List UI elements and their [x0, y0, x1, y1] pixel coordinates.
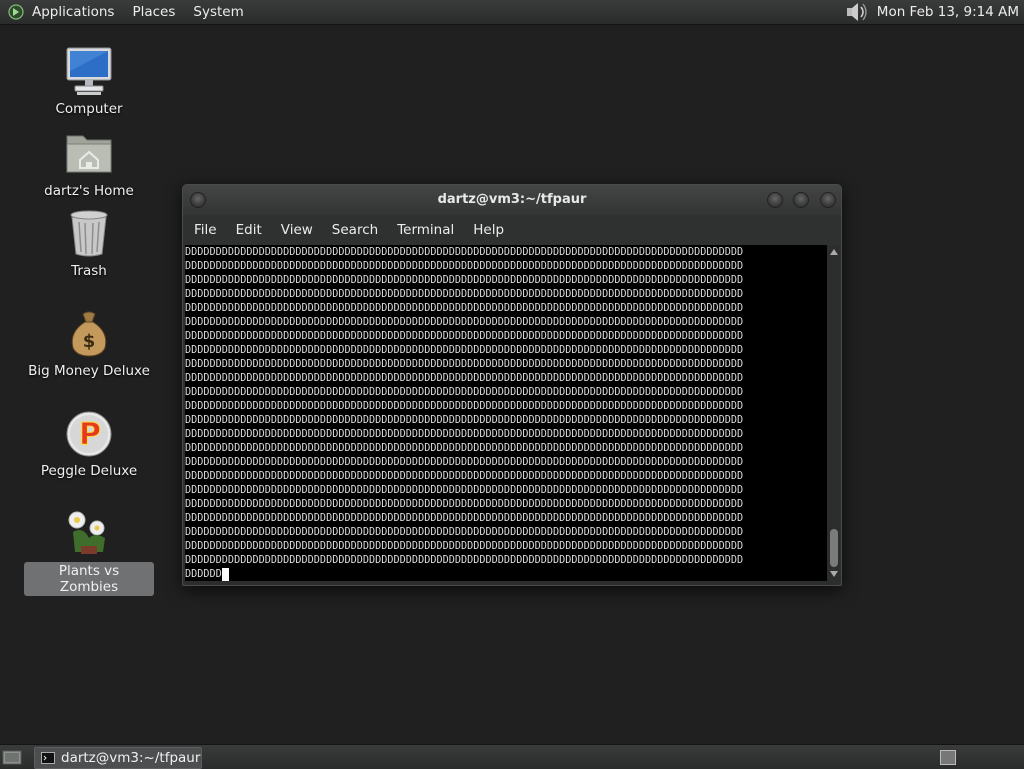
- svg-text:P: P: [79, 417, 101, 452]
- window-title: dartz@vm3:~/tfpaur: [437, 192, 587, 207]
- trash-icon: [70, 210, 108, 257]
- terminal-text: DDDDDDDDDDDDDDDDDDDDDDDDDDDDDDDDDDDDDDDD…: [185, 245, 827, 581]
- terminal-cursor: [221, 568, 229, 581]
- desktop-icon-label: dartz's Home: [44, 183, 134, 199]
- terminal-menubar: File Edit View Search Terminal Help: [183, 215, 841, 245]
- terminal-scrollbar[interactable]: [829, 245, 839, 581]
- peggle-icon: P: [66, 411, 112, 457]
- terminal-task-icon: [41, 752, 55, 764]
- computer-icon: [66, 47, 112, 95]
- taskbar-terminal-button[interactable]: dartz@vm3:~/tfpaur: [34, 747, 202, 769]
- terminal-last-line: DDDDDD: [185, 569, 222, 580]
- scroll-up-icon[interactable]: [830, 249, 838, 255]
- terminal-output[interactable]: DDDDDDDDDDDDDDDDDDDDDDDDDDDDDDDDDDDDDDDD…: [185, 245, 827, 581]
- desktop-icon-big-money[interactable]: $ Big Money Deluxe: [24, 308, 154, 380]
- window-titlebar[interactable]: dartz@vm3:~/tfpaur: [183, 185, 841, 215]
- desktop-icon-home[interactable]: dartz's Home: [24, 128, 154, 200]
- show-desktop-icon[interactable]: [2, 748, 22, 766]
- home-folder-icon: [66, 135, 112, 173]
- minimize-icon[interactable]: [767, 192, 783, 208]
- menu-terminal[interactable]: Terminal: [397, 222, 454, 238]
- desktop-icon-label: Trash: [71, 263, 107, 279]
- svg-text:$: $: [83, 331, 96, 352]
- desktop-icon-label: Peggle Deluxe: [40, 463, 138, 479]
- menu-view[interactable]: View: [281, 222, 313, 238]
- menu-search[interactable]: Search: [332, 222, 378, 238]
- top-panel: Applications Places System Mon Feb 13, 9…: [0, 0, 1024, 25]
- desktop-icon-peggle[interactable]: P Peggle Deluxe: [24, 408, 154, 480]
- terminal-lines: DDDDDDDDDDDDDDDDDDDDDDDDDDDDDDDDDDDDDDDD…: [185, 247, 744, 566]
- scroll-down-icon[interactable]: [830, 571, 838, 577]
- desktop-icon-computer[interactable]: Computer: [24, 46, 154, 118]
- menu-system[interactable]: System: [193, 4, 243, 20]
- desktop-icon-label: Big Money Deluxe: [28, 363, 150, 379]
- close-icon[interactable]: [820, 192, 836, 208]
- volume-icon[interactable]: [845, 2, 869, 22]
- menu-file[interactable]: File: [194, 222, 217, 238]
- clock[interactable]: Mon Feb 13, 9:14 AM: [877, 4, 1019, 20]
- maximize-icon[interactable]: [793, 192, 809, 208]
- scrollbar-thumb[interactable]: [830, 529, 838, 567]
- desktop-icon-trash[interactable]: Trash: [24, 208, 154, 280]
- menu-help[interactable]: Help: [473, 222, 504, 238]
- workspace-switcher-icon[interactable]: [940, 750, 956, 765]
- desktop-icon-plants-vs-zombies[interactable]: Plants vs Zombies: [24, 508, 154, 596]
- desktop-icon-label: Computer: [55, 101, 123, 117]
- menu-places[interactable]: Places: [132, 4, 175, 20]
- panel-tray: Mon Feb 13, 9:14 AM: [845, 2, 1024, 22]
- money-bag-icon: $: [71, 311, 107, 357]
- taskbar-label: dartz@vm3:~/tfpaur: [61, 750, 201, 766]
- desktop-icon-label: Plants vs Zombies: [24, 562, 154, 596]
- plants-vs-zombies-icon: [68, 511, 105, 554]
- menu-edit[interactable]: Edit: [236, 222, 262, 238]
- app-logo-icon[interactable]: [8, 4, 24, 20]
- menu-applications[interactable]: Applications: [32, 4, 114, 20]
- bottom-panel: dartz@vm3:~/tfpaur: [0, 744, 1024, 769]
- terminal-window[interactable]: dartz@vm3:~/tfpaur File Edit View Search…: [182, 184, 842, 586]
